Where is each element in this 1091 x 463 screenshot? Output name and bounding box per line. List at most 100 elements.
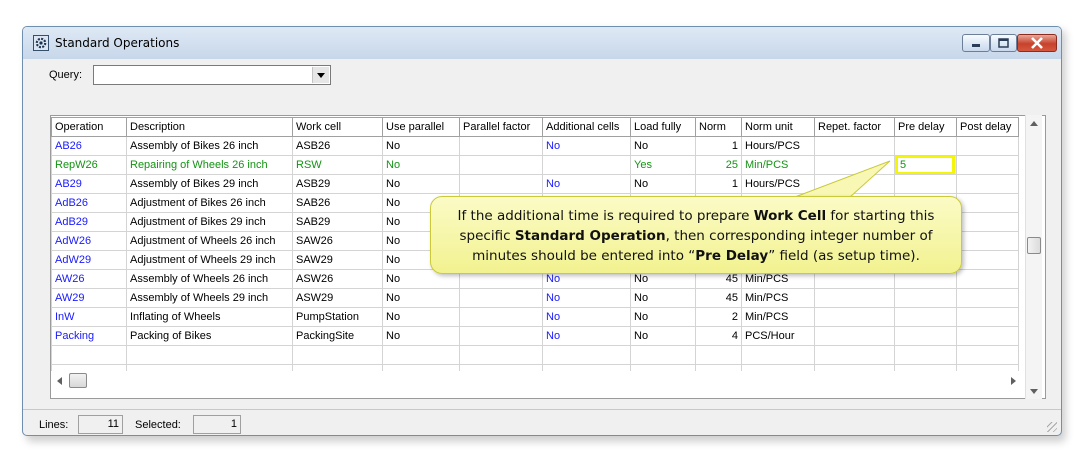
column-header[interactable]: Work cell <box>292 117 383 137</box>
operation-cell[interactable]: AW29 <box>51 288 127 308</box>
norm-cell[interactable]: 4 <box>695 326 742 346</box>
norm-cell[interactable]: 25 <box>695 155 742 175</box>
table-row[interactable]: AB26 Assembly of Bikes 26 inch ASB26 No No No… <box>51 136 1019 156</box>
scroll-down-icon[interactable] <box>1030 389 1038 394</box>
additional-cells-cell[interactable]: No <box>542 326 631 346</box>
norm-cell[interactable]: 1 <box>695 136 742 156</box>
column-header[interactable]: Parallel factor <box>459 117 543 137</box>
query-dropdown[interactable] <box>93 65 331 85</box>
load-fully-cell[interactable]: No <box>630 136 696 156</box>
work-cell-cell[interactable]: ASB26 <box>292 136 383 156</box>
work-cell-cell[interactable]: RSW <box>292 155 383 175</box>
post-delay-cell[interactable] <box>956 250 1019 270</box>
use-parallel-cell[interactable]: No <box>382 307 460 327</box>
repet-factor-cell[interactable] <box>814 136 895 156</box>
work-cell-cell[interactable]: SAB26 <box>292 193 383 213</box>
column-header[interactable]: Use parallel <box>382 117 460 137</box>
load-fully-cell[interactable]: No <box>630 326 696 346</box>
norm-unit-cell[interactable]: PCS/Hour <box>741 326 815 346</box>
work-cell-cell[interactable]: SAW26 <box>292 231 383 251</box>
column-header[interactable]: Norm unit <box>741 117 815 137</box>
table-row[interactable]: AW29 Assembly of Wheels 29 inch ASW29 No No N… <box>51 288 1019 308</box>
additional-cells-cell[interactable]: No <box>542 136 631 156</box>
additional-cells-cell[interactable]: No <box>542 307 631 327</box>
load-fully-cell[interactable]: No <box>630 307 696 327</box>
description-cell[interactable]: Adjustment of Bikes 26 inch <box>126 193 293 213</box>
parallel-factor-cell[interactable] <box>459 174 543 194</box>
column-header[interactable]: Additional cells <box>542 117 631 137</box>
operation-cell[interactable]: AB29 <box>51 174 127 194</box>
vertical-scrollbar[interactable] <box>1025 115 1042 399</box>
post-delay-cell[interactable] <box>956 136 1019 156</box>
work-cell-cell[interactable]: SAB29 <box>292 212 383 232</box>
use-parallel-cell[interactable]: No <box>382 326 460 346</box>
post-delay-cell[interactable] <box>956 307 1019 327</box>
norm-unit-cell[interactable]: Min/PCS <box>741 307 815 327</box>
work-cell-cell[interactable]: SAW29 <box>292 250 383 270</box>
description-cell[interactable]: Adjustment of Wheels 29 inch <box>126 250 293 270</box>
table-row[interactable]: InW Inflating of Wheels PumpStation No No No 2… <box>51 307 1019 327</box>
norm-cell[interactable]: 45 <box>695 288 742 308</box>
pre-delay-cell[interactable] <box>894 174 957 194</box>
load-fully-cell[interactable]: No <box>630 288 696 308</box>
post-delay-cell[interactable] <box>956 288 1019 308</box>
pre-delay-cell[interactable] <box>894 326 957 346</box>
description-cell[interactable]: Assembly of Wheels 29 inch <box>126 288 293 308</box>
norm-cell[interactable]: 1 <box>695 174 742 194</box>
norm-unit-cell[interactable]: Min/PCS <box>741 288 815 308</box>
post-delay-cell[interactable] <box>956 231 1019 251</box>
maximize-button[interactable] <box>990 34 1017 52</box>
close-button[interactable] <box>1017 34 1057 52</box>
description-cell[interactable]: Assembly of Wheels 26 inch <box>126 269 293 289</box>
work-cell-cell[interactable]: PumpStation <box>292 307 383 327</box>
load-fully-cell[interactable]: Yes <box>630 155 696 175</box>
scroll-up-icon[interactable] <box>1030 121 1038 126</box>
scroll-right-icon[interactable] <box>1011 377 1016 385</box>
additional-cells-cell[interactable]: No <box>542 288 631 308</box>
repet-factor-cell[interactable] <box>814 307 895 327</box>
operation-cell[interactable]: InW <box>51 307 127 327</box>
repet-factor-cell[interactable] <box>814 288 895 308</box>
description-cell[interactable]: Assembly of Bikes 29 inch <box>126 174 293 194</box>
norm-cell[interactable]: 2 <box>695 307 742 327</box>
operation-cell[interactable]: AW26 <box>51 269 127 289</box>
use-parallel-cell[interactable]: No <box>382 136 460 156</box>
column-header[interactable]: Post delay <box>956 117 1019 137</box>
minimize-button[interactable] <box>962 34 990 52</box>
post-delay-cell[interactable] <box>956 212 1019 232</box>
operation-cell[interactable]: AdW29 <box>51 250 127 270</box>
column-header[interactable]: Load fully <box>630 117 696 137</box>
column-header[interactable]: Norm <box>695 117 742 137</box>
column-header[interactable]: Pre delay <box>894 117 957 137</box>
description-cell[interactable]: Packing of Bikes <box>126 326 293 346</box>
repet-factor-cell[interactable] <box>814 326 895 346</box>
pre-delay-cell[interactable] <box>894 136 957 156</box>
description-cell[interactable]: Inflating of Wheels <box>126 307 293 327</box>
scroll-left-icon[interactable] <box>57 377 62 385</box>
description-cell[interactable]: Adjustment of Wheels 26 inch <box>126 231 293 251</box>
pre-delay-cell[interactable]: 5 <box>894 155 957 175</box>
additional-cells-cell[interactable] <box>542 155 631 175</box>
column-header[interactable]: Repet. factor <box>814 117 895 137</box>
parallel-factor-cell[interactable] <box>459 136 543 156</box>
post-delay-cell[interactable] <box>956 155 1019 175</box>
column-header[interactable]: Operation <box>51 117 127 137</box>
norm-unit-cell[interactable]: Hours/PCS <box>741 136 815 156</box>
parallel-factor-cell[interactable] <box>459 155 543 175</box>
description-cell[interactable]: Assembly of Bikes 26 inch <box>126 136 293 156</box>
pre-delay-edit-field[interactable]: 5 <box>895 156 955 174</box>
horizontal-scrollbar[interactable] <box>51 371 1024 391</box>
post-delay-cell[interactable] <box>956 269 1019 289</box>
operation-cell[interactable]: AdW26 <box>51 231 127 251</box>
pre-delay-cell[interactable] <box>894 288 957 308</box>
description-cell[interactable]: Repairing of Wheels 26 inch <box>126 155 293 175</box>
post-delay-cell[interactable] <box>956 174 1019 194</box>
parallel-factor-cell[interactable] <box>459 288 543 308</box>
additional-cells-cell[interactable]: No <box>542 174 631 194</box>
operation-cell[interactable]: RepW26 <box>51 155 127 175</box>
operation-cell[interactable]: Packing <box>51 326 127 346</box>
vertical-scroll-thumb[interactable] <box>1027 237 1041 254</box>
horizontal-scroll-thumb[interactable] <box>69 373 87 388</box>
parallel-factor-cell[interactable] <box>459 326 543 346</box>
work-cell-cell[interactable]: PackingSite <box>292 326 383 346</box>
